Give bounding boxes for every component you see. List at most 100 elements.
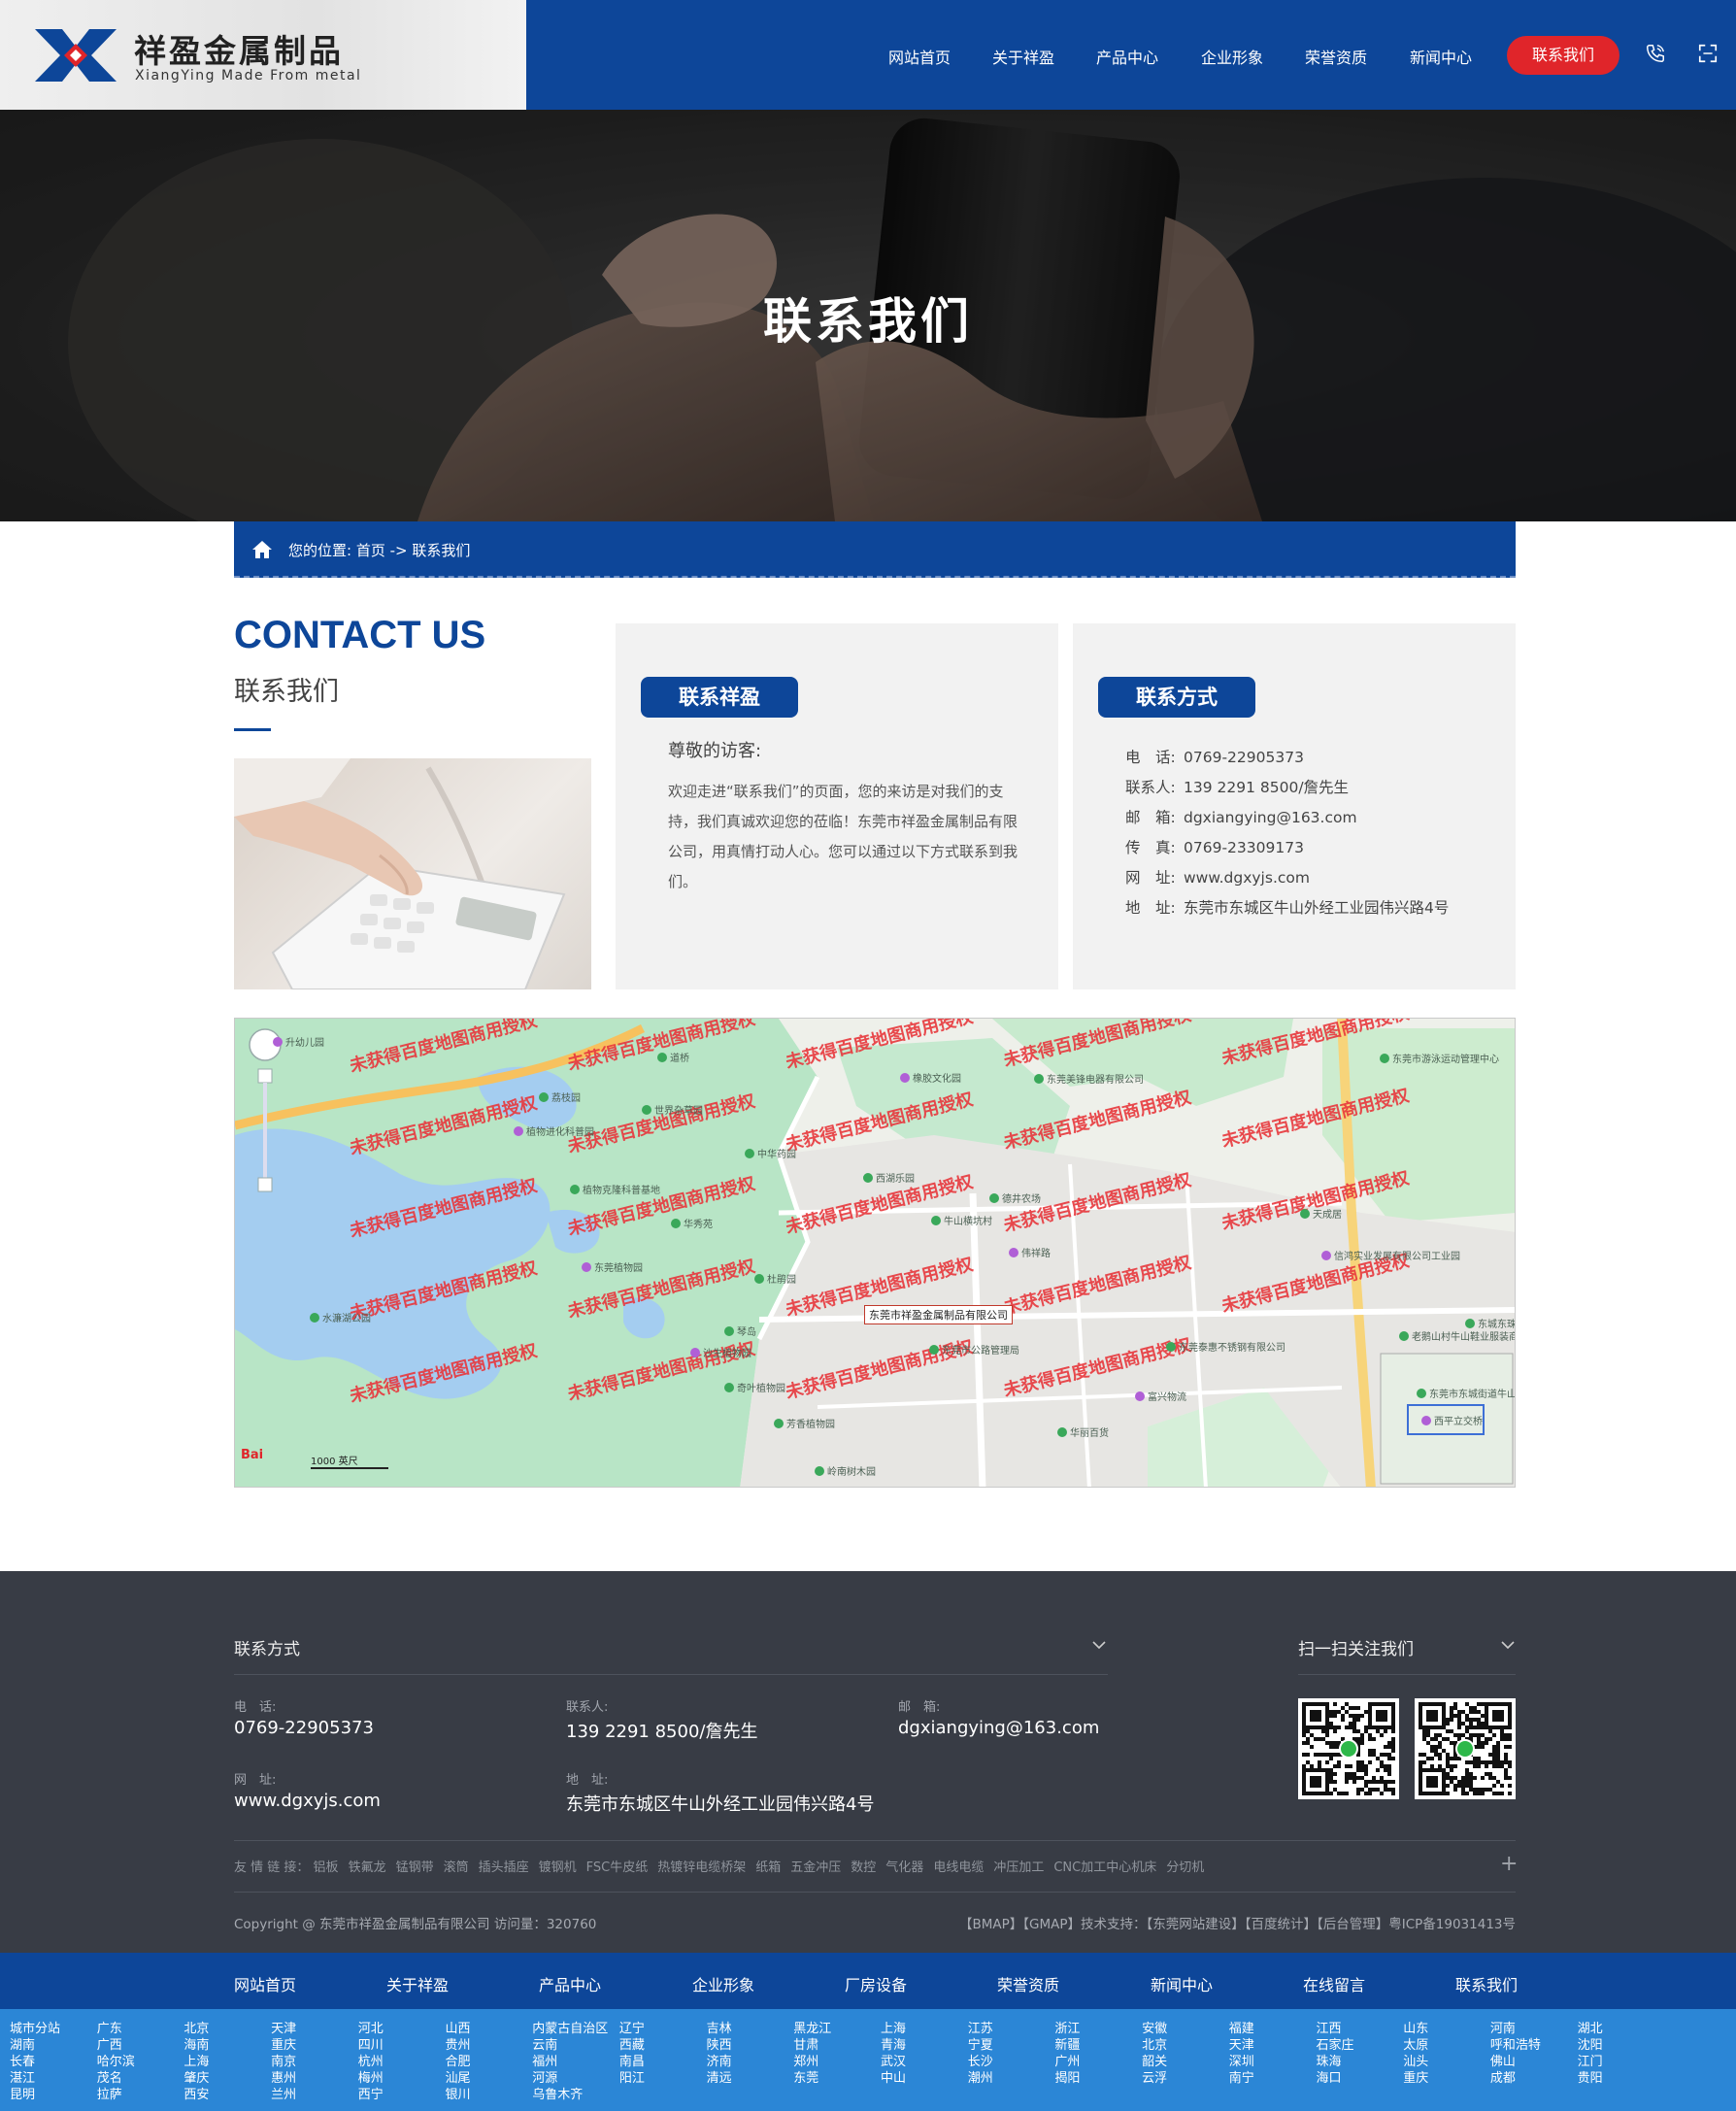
city-link[interactable]: 茂名 [97, 2070, 135, 2087]
city-link[interactable]: 武汉 [881, 2054, 906, 2070]
city-link[interactable]: 南京 [271, 2054, 296, 2070]
friend-link[interactable]: 气化器 [885, 1860, 923, 1875]
map-poi-marker[interactable] [1380, 1054, 1389, 1063]
chevron-down-icon[interactable] [1091, 1637, 1107, 1653]
company-map-label[interactable]: 东莞市祥盈金属制品有限公司 [864, 1305, 1013, 1324]
city-link[interactable]: 成都 [1490, 2070, 1541, 2087]
chevron-down-icon[interactable] [1500, 1637, 1516, 1653]
city-link[interactable]: 中山 [881, 2070, 906, 2087]
map-poi-marker[interactable] [1009, 1248, 1018, 1257]
city-link[interactable]: 河源 [532, 2070, 608, 2087]
friend-link[interactable]: 纸箱 [755, 1860, 781, 1875]
city-link[interactable]: 河南 [1490, 2021, 1541, 2037]
friend-link[interactable]: 铁氟龙 [349, 1860, 386, 1875]
city-link[interactable]: 云浮 [1142, 2070, 1167, 2087]
map-poi-marker[interactable] [815, 1466, 824, 1476]
friend-link[interactable]: 电线电缆 [933, 1860, 984, 1875]
map-poi-marker[interactable] [310, 1313, 319, 1323]
city-link[interactable]: 哈尔滨 [97, 2054, 135, 2070]
city-link[interactable]: 四川 [358, 2037, 384, 2054]
city-link[interactable]: 北京 [184, 2021, 209, 2037]
city-link[interactable]: 深圳 [1229, 2054, 1254, 2070]
city-link[interactable]: 浙江 [1054, 2021, 1080, 2037]
city-link[interactable]: 昆明 [10, 2087, 60, 2103]
bottom-nav-message[interactable]: 在线留言 [1303, 1972, 1365, 1995]
map-poi-marker[interactable] [671, 1219, 681, 1228]
city-link[interactable]: 杭州 [358, 2054, 384, 2070]
city-link[interactable]: 青海 [881, 2037, 906, 2054]
bottom-nav-corporate-image[interactable]: 企业形象 [692, 1972, 754, 1995]
map-poi-marker[interactable] [539, 1092, 549, 1102]
city-link[interactable]: 汕尾 [446, 2070, 471, 2087]
baidu-map[interactable]: 未获得百度地图商用授权 未获得百度地图商用授权 未获得百度地图商用授权 未获得百度地图… [234, 1018, 1516, 1488]
bottom-nav-news[interactable]: 新闻中心 [1151, 1972, 1213, 1995]
nav-about[interactable]: 关于祥盈 [992, 45, 1054, 68]
city-link[interactable]: 乌鲁木齐 [532, 2087, 608, 2103]
friend-link[interactable]: 分切机 [1166, 1860, 1204, 1875]
friend-link[interactable]: 锰钢带 [396, 1860, 434, 1875]
map-poi-marker[interactable] [931, 1216, 941, 1225]
city-link[interactable]: 惠州 [271, 2070, 296, 2087]
map-poi-marker[interactable] [1166, 1342, 1176, 1352]
map-poi-marker[interactable] [1135, 1391, 1145, 1401]
city-link[interactable]: 东莞 [793, 2070, 831, 2087]
city-link[interactable]: 城市分站 [10, 2021, 60, 2037]
city-link[interactable]: 江门 [1578, 2054, 1603, 2070]
city-link[interactable]: 天津 [271, 2021, 296, 2037]
fullscreen-icon[interactable] [1697, 43, 1719, 64]
city-link[interactable]: 合肥 [446, 2054, 471, 2070]
city-link[interactable]: 广西 [97, 2037, 135, 2054]
city-link[interactable]: 长沙 [968, 2054, 993, 2070]
city-link[interactable]: 云南 [532, 2037, 608, 2054]
friend-link[interactable]: 铝板 [314, 1860, 339, 1875]
map-poi-marker[interactable] [929, 1345, 939, 1355]
map-poi-marker[interactable] [1421, 1416, 1431, 1425]
map-poi-marker[interactable] [1417, 1389, 1426, 1398]
city-link[interactable]: 郑州 [793, 2054, 831, 2070]
friend-link[interactable]: 热镀锌电缆桥架 [657, 1860, 746, 1875]
bottom-nav-contact[interactable]: 联系我们 [1455, 1972, 1518, 1995]
city-link[interactable]: 宁夏 [968, 2037, 993, 2054]
city-link[interactable]: 新疆 [1054, 2037, 1080, 2054]
city-link[interactable]: 陕西 [707, 2037, 732, 2054]
nav-honors[interactable]: 荣誉资质 [1305, 45, 1367, 68]
bottom-nav-honors[interactable]: 荣誉资质 [997, 1972, 1059, 1995]
map-poi-marker[interactable] [900, 1073, 910, 1083]
city-link[interactable]: 西宁 [358, 2087, 384, 2103]
city-link[interactable]: 天津 [1229, 2037, 1254, 2054]
city-link[interactable]: 辽宁 [619, 2021, 645, 2037]
city-link[interactable]: 石家庄 [1317, 2037, 1354, 2054]
friend-link[interactable]: 镀钢机 [539, 1860, 577, 1875]
map-poi-marker[interactable] [273, 1037, 283, 1047]
footer-website[interactable]: www.dgxyjs.com [234, 1791, 381, 1811]
nav-corporate-image[interactable]: 企业形象 [1201, 45, 1263, 68]
city-link[interactable]: 河北 [358, 2021, 384, 2037]
city-link[interactable]: 广东 [97, 2021, 135, 2037]
nav-home[interactable]: 网站首页 [888, 45, 951, 68]
city-link[interactable]: 重庆 [1403, 2070, 1428, 2087]
city-link[interactable]: 清远 [707, 2070, 732, 2087]
friend-link[interactable]: 冲压加工 [993, 1860, 1044, 1875]
map-poi-marker[interactable] [1300, 1209, 1310, 1219]
friend-link[interactable]: FSC牛皮纸 [586, 1860, 649, 1875]
city-link[interactable]: 福建 [1229, 2021, 1254, 2037]
map-poi-marker[interactable] [754, 1274, 764, 1284]
map-poi-marker[interactable] [690, 1348, 700, 1357]
bottom-nav-products[interactable]: 产品中心 [539, 1972, 601, 1995]
map-poi-marker[interactable] [724, 1383, 734, 1392]
city-link[interactable]: 海南 [184, 2037, 209, 2054]
city-link[interactable]: 呼和浩特 [1490, 2037, 1541, 2054]
city-link[interactable]: 湖南 [10, 2037, 60, 2054]
city-link[interactable]: 拉萨 [97, 2087, 135, 2103]
city-link[interactable]: 肇庆 [184, 2070, 209, 2087]
city-link[interactable]: 太原 [1403, 2037, 1428, 2054]
expand-plus-icon[interactable]: + [1500, 1852, 1518, 1876]
bottom-nav-about[interactable]: 关于祥盈 [386, 1972, 449, 1995]
city-link[interactable]: 内蒙古自治区 [532, 2021, 608, 2037]
city-link[interactable]: 银川 [446, 2087, 471, 2103]
city-link[interactable]: 吉林 [707, 2021, 732, 2037]
city-link[interactable]: 兰州 [271, 2087, 296, 2103]
city-link[interactable]: 沈阳 [1578, 2037, 1603, 2054]
footer-tech-links[interactable]: 【BMAP】【GMAP】技术支持：【东莞网站建设】【百度统计】【后台管理】粤IC… [959, 1913, 1516, 1932]
map-poi-marker[interactable] [514, 1126, 523, 1136]
